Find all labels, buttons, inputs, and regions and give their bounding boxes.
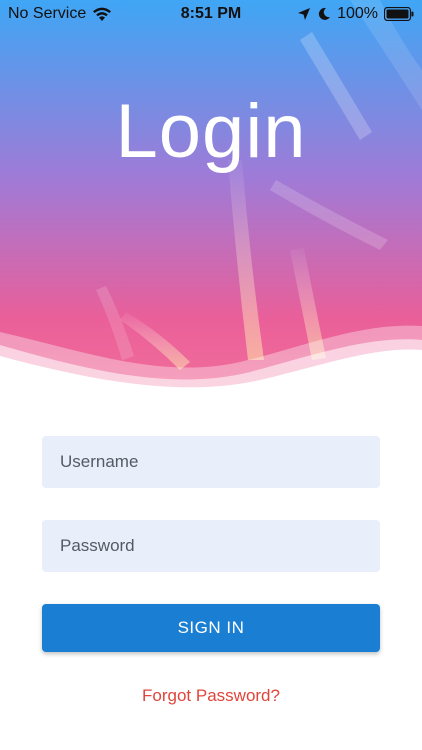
gradient-wave-graphic: [0, 0, 422, 400]
battery-icon: [384, 7, 414, 21]
moon-icon: [317, 7, 331, 21]
location-arrow-icon: [297, 7, 311, 21]
header-background: [0, 0, 422, 400]
status-right: 100%: [297, 5, 414, 23]
sign-in-button[interactable]: SIGN IN: [42, 604, 380, 652]
page-title: Login: [115, 89, 307, 174]
username-field[interactable]: [42, 436, 380, 488]
username-input[interactable]: [58, 451, 364, 473]
password-input[interactable]: [58, 535, 364, 557]
battery-percentage: 100%: [337, 5, 378, 22]
forgot-password-link[interactable]: Forgot Password?: [0, 686, 422, 706]
password-field[interactable]: [42, 520, 380, 572]
login-screen: No Service 8:51 PM 100% Login Username S…: [0, 0, 422, 750]
status-bar: No Service 8:51 PM 100%: [0, 0, 422, 28]
